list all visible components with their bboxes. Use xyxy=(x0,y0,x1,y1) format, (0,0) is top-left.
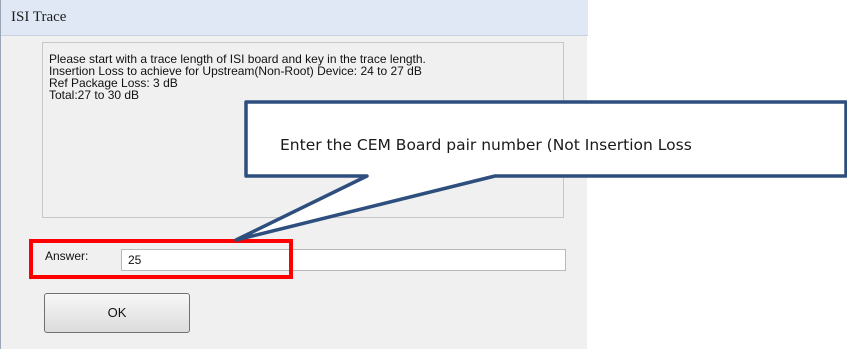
callout-bubble xyxy=(234,100,847,242)
callout-shape xyxy=(234,100,847,242)
callout-text: Enter the CEM Board pair number (Not Ins… xyxy=(280,136,692,154)
